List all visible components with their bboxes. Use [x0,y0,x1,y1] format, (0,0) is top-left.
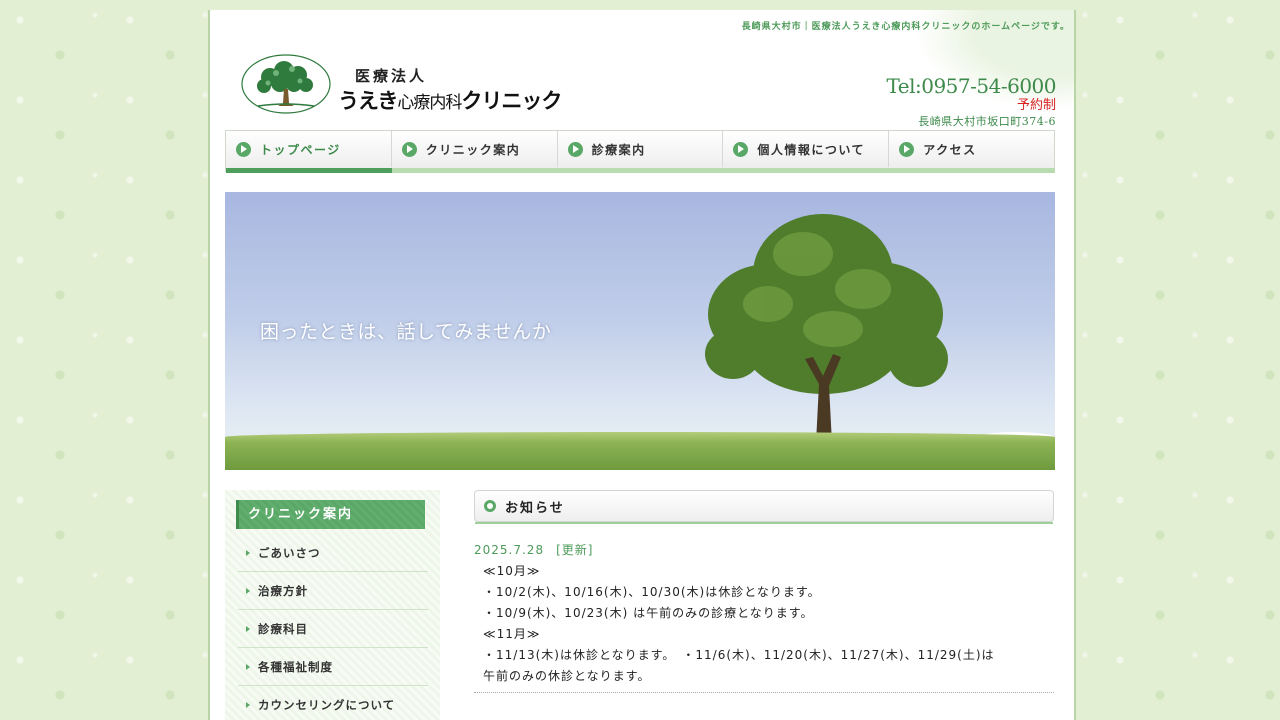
sidebar-item-policy[interactable]: 治療方針 [238,572,428,610]
sidebar-item-departments[interactable]: 診療科目 [238,610,428,648]
header-tagline: 長崎県大村市｜医療法人うえき心療内科クリニックのホームページです。 [741,22,1070,32]
arrow-right-icon [246,701,250,708]
news-heading: お知らせ [474,490,1054,524]
sidebar-heading: クリニック案内 [236,500,425,529]
nav-item-medical[interactable]: 診療案内 [557,131,724,173]
nav-item-clinic[interactable]: クリニック案内 [391,131,558,173]
news-date-value: 2025.7.28 [474,543,545,557]
tree-illustration-icon [705,214,948,462]
news-date: 2025.7.28 [更新] [474,541,593,558]
tree-logo-icon [241,54,331,114]
clinic-address: 長崎県大村市坂口町374-6 [918,115,1056,128]
arrow-right-icon [246,549,250,556]
news-divider [474,692,1054,693]
play-circle-icon [567,141,583,157]
sidebar-item-label: カウンセリングについて [258,697,396,712]
clinic-logo[interactable]: 医療法人 うえき心療内科クリニック [240,53,562,115]
global-nav: トップページ クリニック案内 診療案内 個人情報について アクセス [225,130,1055,173]
nav-item-privacy[interactable]: 個人情報について [723,131,890,173]
phone-number[interactable]: Tel:0957-54-6000 [886,74,1056,98]
sidebar-item-label: 各種福祉制度 [258,659,333,674]
logo-name-left: うえき [338,89,398,113]
play-circle-icon [236,141,251,157]
bullet-circle-icon [484,500,496,512]
news-line: ・10/9(木)、10/23(木) は午前のみの診療となります。 [483,606,814,620]
nav-item-label: 診療案内 [591,142,646,157]
sidebar-item-counseling[interactable]: カウンセリングについて [238,686,428,720]
sidebar-item-label: 治療方針 [258,583,308,598]
nav-item-access[interactable]: アクセス [889,131,1055,173]
sidebar-list: ごあいさつ 治療方針 診療科目 各種福祉制度 カウンセリングについて [238,534,428,720]
sidebar: クリニック案内 ごあいさつ 治療方針 診療科目 各種福祉制度 カウンセリングにつ… [225,490,440,720]
logo-subtitle: 医療法人 [355,67,428,85]
arrow-right-icon [246,663,250,670]
news-line: ・10/2(木)、10/16(木)、10/30(木)は休診となります。 [483,585,821,599]
news-line: ≪10月≫ [483,564,541,578]
grass-field [225,432,1055,470]
logo-name-mid: 心療内科 [397,93,462,113]
news-heading-label: お知らせ [505,500,565,516]
news-line: ・11/13(木)は休診となります。 ・11/6(木)、11/20(木)、11/… [483,648,995,662]
news-line: ≪11月≫ [483,627,541,641]
sidebar-item-label: 診療科目 [258,621,308,636]
page-container: 長崎県大村市｜医療法人うえき心療内科クリニックのホームページです。 医療法人 う… [208,10,1076,720]
sidebar-item-label: ごあいさつ [258,545,321,560]
nav-item-top[interactable]: トップページ [226,131,392,173]
sidebar-item-welfare[interactable]: 各種福祉制度 [238,648,428,686]
nav-item-label: クリニック案内 [425,142,521,157]
play-circle-icon [401,141,417,157]
arrow-right-icon [246,587,250,594]
hero-tagline: 困ったときは、話してみませんか [260,321,552,343]
nav-item-label: トップページ [260,142,341,157]
contact-info: Tel:0957-54-6000 予約制 長崎県大村市坂口町374-6 [886,74,1056,130]
logo-clinic-name: うえき心療内科クリニック [338,85,562,115]
play-circle-icon [733,141,749,157]
news-line: 午前のみの休診となります。 [483,669,651,683]
logo-name-right: クリニック [461,89,562,113]
play-circle-icon [899,141,915,157]
arrow-right-icon [246,625,250,632]
hero-banner: 困ったときは、話してみませんか [225,192,1055,470]
news-content: ≪10月≫ ・10/2(木)、10/16(木)、10/30(木)は休診となります… [483,561,1063,687]
nav-item-label: アクセス [923,142,977,157]
nav-item-label: 個人情報について [757,142,866,157]
sidebar-item-greeting[interactable]: ごあいさつ [238,534,428,572]
reservation-note: 予約制 [1016,98,1056,113]
news-update-badge: [更新] [556,543,594,557]
